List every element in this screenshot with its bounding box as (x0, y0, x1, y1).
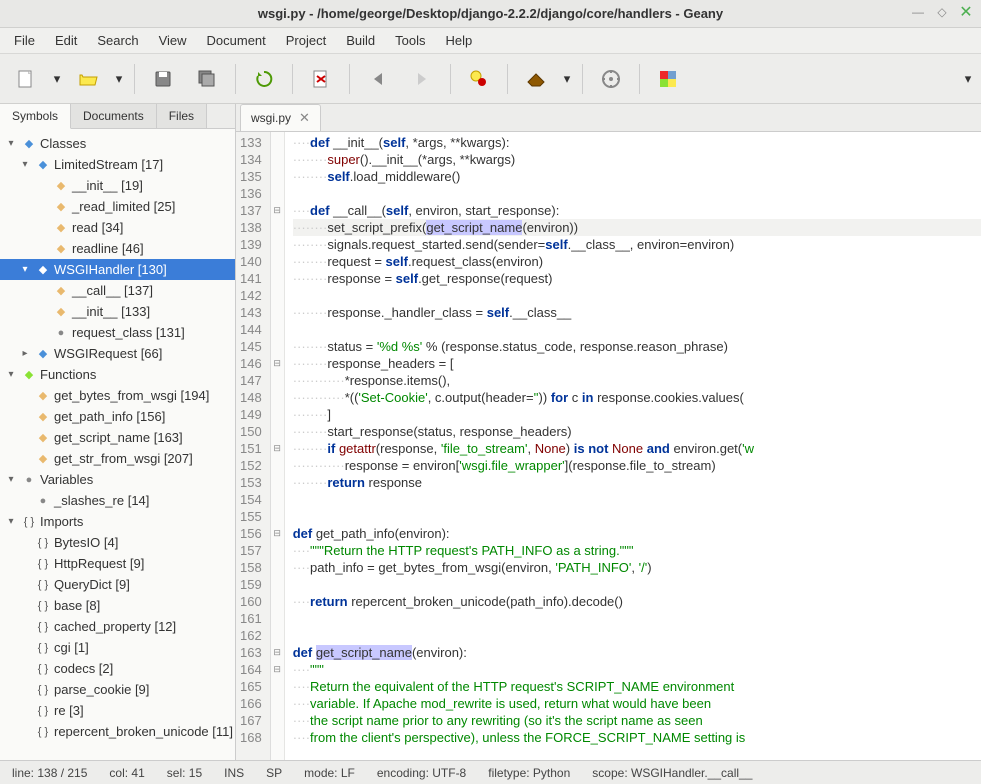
tree-var-slashes[interactable]: ●_slashes_re [14] (0, 490, 235, 511)
status-mode: mode: LF (304, 766, 355, 780)
fold-column[interactable]: ⊟⊟⊟⊟⊟⊟ (271, 132, 285, 760)
status-sel: sel: 15 (167, 766, 202, 780)
tree-classes[interactable]: ▾◆Classes (0, 133, 235, 154)
menu-bar: File Edit Search View Document Project B… (0, 28, 981, 54)
tree-imp-cached[interactable]: { }cached_property [12] (0, 616, 235, 637)
save-icon[interactable] (145, 61, 181, 97)
tree-limitedstream[interactable]: ▾◆LimitedStream [17] (0, 154, 235, 175)
tree-wsgirequest[interactable]: ▸◆WSGIRequest [66] (0, 343, 235, 364)
tree-imp-re[interactable]: { }re [3] (0, 700, 235, 721)
tree-fn-get-script[interactable]: ◆get_script_name [163] (0, 427, 235, 448)
toolbar-separator (507, 64, 508, 94)
tree-fn-get-path[interactable]: ◆get_path_info [156] (0, 406, 235, 427)
menu-file[interactable]: File (4, 29, 45, 52)
tree-functions[interactable]: ▾◆Functions (0, 364, 235, 385)
window-titlebar: wsgi.py - /home/george/Desktop/django-2.… (0, 0, 981, 28)
code-editor[interactable]: 1331341351361371381391401411421431441451… (236, 132, 981, 760)
tab-label: wsgi.py (251, 111, 291, 125)
menu-document[interactable]: Document (197, 29, 276, 52)
tree-imp-base[interactable]: { }base [8] (0, 595, 235, 616)
save-all-icon[interactable] (189, 61, 225, 97)
close-icon[interactable]: ✕ (959, 5, 973, 19)
sidebar: Symbols Documents Files ▾◆Classes ▾◆Limi… (0, 104, 236, 760)
toolbar: ▾ ▾ ▾ ▾ (0, 54, 981, 104)
tree-wh-call[interactable]: ◆__call__ [137] (0, 280, 235, 301)
close-file-icon[interactable] (303, 61, 339, 97)
tree-ls-read-limited[interactable]: ◆_read_limited [25] (0, 196, 235, 217)
tree-fn-get-str[interactable]: ◆get_str_from_wsgi [207] (0, 448, 235, 469)
status-bar: line: 138 / 215 col: 41 sel: 15 INS SP m… (0, 760, 981, 784)
tree-wsgihandler[interactable]: ▾◆WSGIHandler [130] (0, 259, 235, 280)
tree-wh-request-class[interactable]: ●request_class [131] (0, 322, 235, 343)
status-scope: scope: WSGIHandler.__call__ (592, 766, 752, 780)
menu-search[interactable]: Search (87, 29, 148, 52)
toolbar-separator (639, 64, 640, 94)
tree-ls-read[interactable]: ◆read [34] (0, 217, 235, 238)
tree-imp-httpreq[interactable]: { }HttpRequest [9] (0, 553, 235, 574)
line-gutter: 1331341351361371381391401411421431441451… (236, 132, 271, 760)
open-file-icon[interactable] (70, 61, 106, 97)
minimize-icon[interactable]: — (911, 5, 925, 19)
menu-help[interactable]: Help (436, 29, 483, 52)
tree-variables[interactable]: ▾●Variables (0, 469, 235, 490)
sidebar-tab-symbols[interactable]: Symbols (0, 104, 71, 129)
toolbar-separator (582, 64, 583, 94)
tab-close-icon[interactable]: ✕ (299, 110, 310, 126)
menu-view[interactable]: View (149, 29, 197, 52)
status-line: line: 138 / 215 (12, 766, 87, 780)
maximize-icon[interactable]: ◇ (935, 5, 949, 19)
build-dropdown-icon[interactable]: ▾ (562, 71, 572, 87)
menu-build[interactable]: Build (336, 29, 385, 52)
tree-imp-bytesio[interactable]: { }BytesIO [4] (0, 532, 235, 553)
back-icon[interactable] (360, 61, 396, 97)
open-file-dropdown-icon[interactable]: ▾ (114, 71, 124, 87)
toolbar-separator (235, 64, 236, 94)
menu-tools[interactable]: Tools (385, 29, 435, 52)
menu-project[interactable]: Project (276, 29, 336, 52)
toolbar-overflow-icon[interactable]: ▾ (963, 71, 973, 87)
forward-icon[interactable] (404, 61, 440, 97)
menu-edit[interactable]: Edit (45, 29, 87, 52)
color-chooser-icon[interactable] (650, 61, 686, 97)
tree-ls-init[interactable]: ◆__init__ [19] (0, 175, 235, 196)
reload-icon[interactable] (246, 61, 282, 97)
status-sp: SP (266, 766, 282, 780)
tree-ls-readline[interactable]: ◆readline [46] (0, 238, 235, 259)
tree-imp-parse[interactable]: { }parse_cookie [9] (0, 679, 235, 700)
symbols-tree[interactable]: ▾◆Classes ▾◆LimitedStream [17] ◆__init__… (0, 129, 235, 760)
new-file-dropdown-icon[interactable]: ▾ (52, 71, 62, 87)
tree-imp-codecs[interactable]: { }codecs [2] (0, 658, 235, 679)
status-ins: INS (224, 766, 244, 780)
toolbar-separator (450, 64, 451, 94)
tree-fn-get-bytes[interactable]: ◆get_bytes_from_wsgi [194] (0, 385, 235, 406)
tree-imp-querydict[interactable]: { }QueryDict [9] (0, 574, 235, 595)
code-area[interactable]: ····def __init__(self, *args, **kwargs):… (285, 132, 981, 760)
tab-wsgi[interactable]: wsgi.py ✕ (240, 104, 321, 131)
sidebar-tab-files[interactable]: Files (157, 104, 207, 128)
tree-imports[interactable]: ▾{ }Imports (0, 511, 235, 532)
tree-imp-cgi[interactable]: { }cgi [1] (0, 637, 235, 658)
toolbar-separator (134, 64, 135, 94)
compile-icon[interactable] (461, 61, 497, 97)
toolbar-separator (292, 64, 293, 94)
status-col: col: 41 (109, 766, 144, 780)
tree-wh-init[interactable]: ◆__init__ [133] (0, 301, 235, 322)
window-title: wsgi.py - /home/george/Desktop/django-2.… (258, 6, 723, 21)
editor-tabs: wsgi.py ✕ (236, 104, 981, 132)
status-filetype: filetype: Python (488, 766, 570, 780)
sidebar-tab-documents[interactable]: Documents (71, 104, 157, 128)
build-icon[interactable] (518, 61, 554, 97)
tree-imp-repercent[interactable]: { }repercent_broken_unicode [11] (0, 721, 235, 742)
toolbar-separator (349, 64, 350, 94)
execute-icon[interactable] (593, 61, 629, 97)
new-file-icon[interactable] (8, 61, 44, 97)
status-encoding: encoding: UTF-8 (377, 766, 466, 780)
